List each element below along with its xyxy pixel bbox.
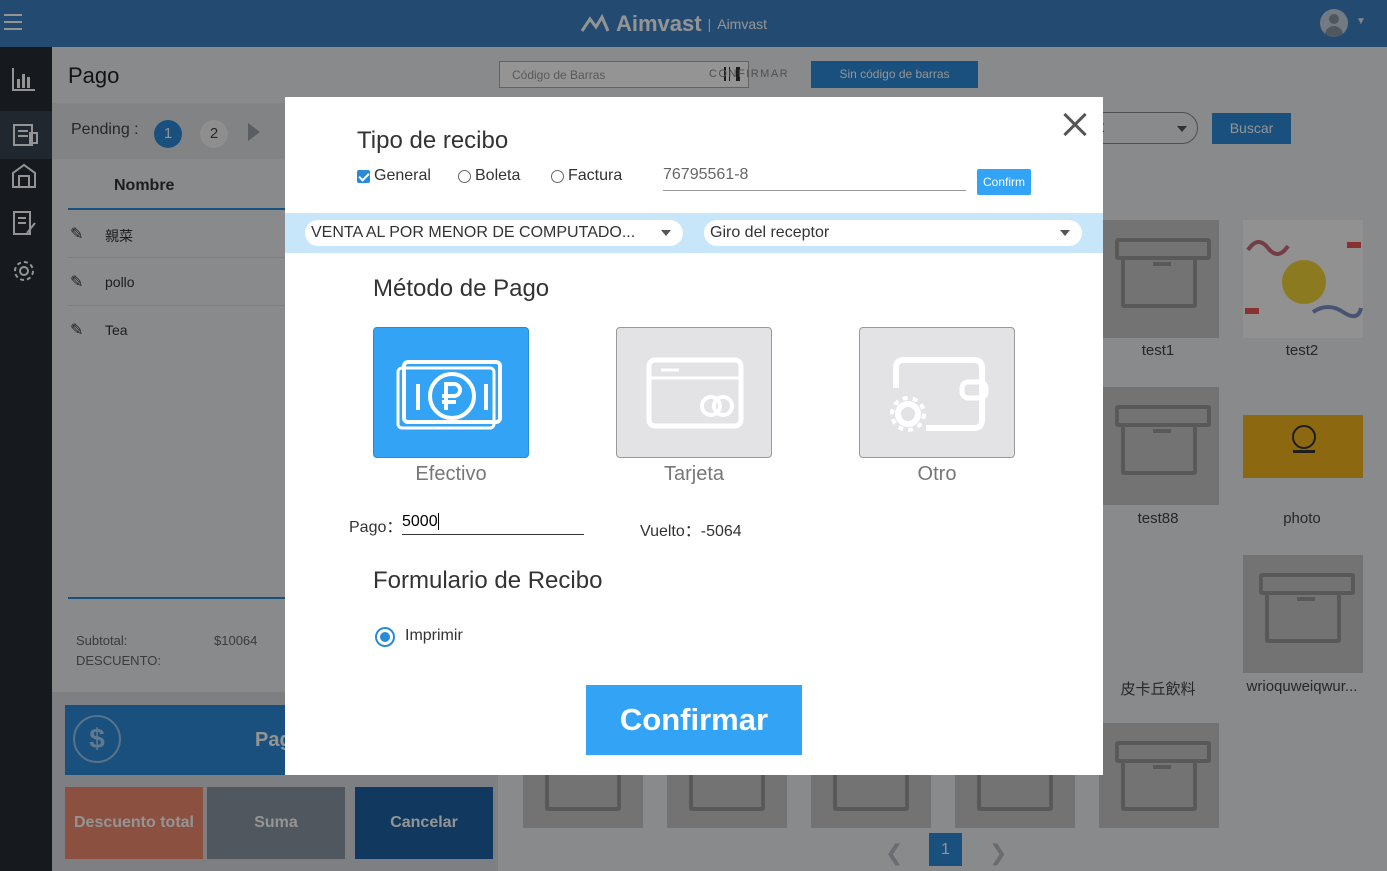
receiver-activity-select[interactable]: Giro del receptor <box>704 220 1082 246</box>
text-caret <box>437 513 439 531</box>
print-label: Imprimir <box>405 627 463 644</box>
cash-icon <box>396 360 502 430</box>
rut-input[interactable]: 76795561-8 <box>663 163 966 191</box>
receipt-option-factura[interactable]: Factura <box>551 167 622 185</box>
receipt-option-label: Boleta <box>475 167 521 184</box>
payment-method-label: Otro <box>917 463 957 485</box>
issuer-activity-select[interactable]: VENTA AL POR MENOR DE COMPUTADO... <box>305 220 683 246</box>
payment-amount-label: Pago： <box>349 519 403 536</box>
payment-amount-value: 5000 <box>402 513 438 530</box>
change-amount: Vuelto：-5064 <box>640 523 742 540</box>
confirm-rut-button[interactable]: Confirm <box>977 169 1031 195</box>
receipt-type-title: Tipo de recibo <box>357 127 509 154</box>
radio-icon[interactable] <box>458 169 471 183</box>
business-activity-band: VENTA AL POR MENOR DE COMPUTADO... Giro … <box>285 213 1103 253</box>
receiver-activity-placeholder: Giro del receptor <box>710 224 830 241</box>
credit-card-icon <box>646 357 744 429</box>
receipt-option-boleta[interactable]: Boleta <box>458 167 520 185</box>
confirm-payment-button[interactable]: Confirmar <box>586 685 802 755</box>
payment-method-card[interactable] <box>616 327 772 458</box>
payment-method-other[interactable] <box>859 327 1015 458</box>
print-radio[interactable] <box>375 627 395 647</box>
issuer-activity-value: VENTA AL POR MENOR DE COMPUTADO... <box>311 224 636 241</box>
receipt-option-label: General <box>374 167 431 184</box>
caret-down-icon <box>1060 230 1070 236</box>
receipt-form-title: Formulario de Recibo <box>373 567 603 594</box>
payment-modal: Tipo de recibo General Boleta Factura 76… <box>285 97 1103 775</box>
payment-method-label: Efectivo <box>415 463 487 485</box>
caret-down-icon <box>661 230 671 236</box>
payment-method-title: Método de Pago <box>373 275 550 302</box>
payment-method-label: Tarjeta <box>663 463 725 485</box>
receipt-option-general[interactable]: General <box>357 167 431 185</box>
close-icon[interactable] <box>1060 109 1090 139</box>
receipt-option-label: Factura <box>568 167 623 184</box>
payment-amount-input[interactable]: 5000 <box>402 511 584 535</box>
wallet-gear-icon <box>890 357 989 432</box>
payment-method-cash[interactable] <box>373 327 529 458</box>
radio-icon[interactable] <box>551 169 564 183</box>
checkbox-checked-icon[interactable] <box>357 169 370 183</box>
